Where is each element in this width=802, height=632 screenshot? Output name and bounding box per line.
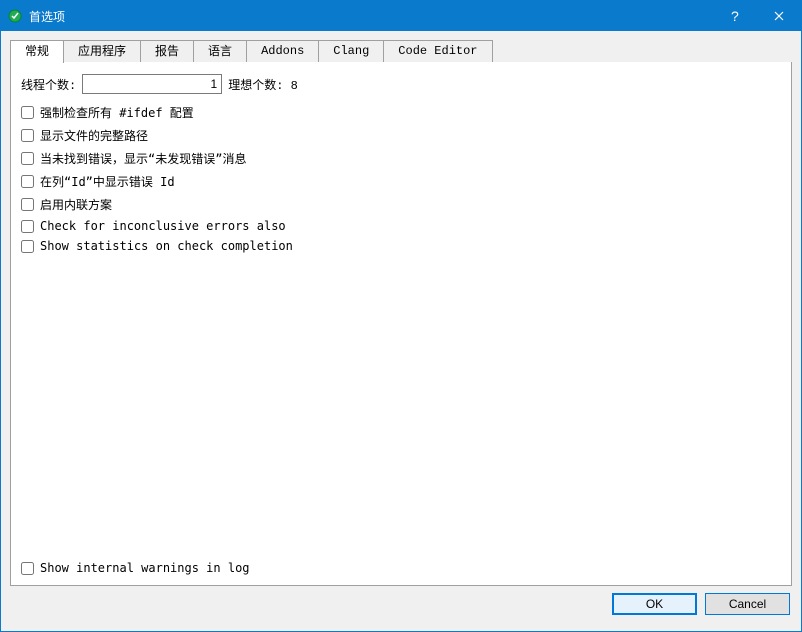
ok-button[interactable]: OK	[612, 593, 697, 615]
tab-general[interactable]: 常规	[10, 40, 64, 63]
svg-text:?: ?	[731, 9, 739, 23]
tab-addons[interactable]: Addons	[246, 40, 319, 62]
check-statistics[interactable]: Show statistics on check completion	[21, 239, 781, 253]
check-inconclusive-box[interactable]	[21, 220, 34, 233]
check-internal-warnings-box[interactable]	[21, 562, 34, 575]
check-full-path-box[interactable]	[21, 129, 34, 142]
client-area: 常规 应用程序 报告 语言 Addons Clang Code Editor 线…	[1, 31, 801, 631]
check-inconclusive[interactable]: Check for inconclusive errors also	[21, 219, 781, 233]
window-title: 首选项	[29, 8, 711, 25]
ideal-threads-label: 理想个数: 8	[228, 76, 298, 93]
threads-label: 线程个数:	[21, 76, 76, 93]
help-button[interactable]: ?	[711, 1, 756, 31]
titlebar: 首选项 ?	[1, 1, 801, 31]
app-icon	[7, 8, 23, 24]
tab-container: 常规 应用程序 报告 语言 Addons Clang Code Editor 线…	[10, 40, 792, 586]
tab-bar: 常规 应用程序 报告 语言 Addons Clang Code Editor	[10, 40, 792, 62]
check-inline-suppression[interactable]: 启用内联方案	[21, 196, 781, 213]
tab-language[interactable]: 语言	[193, 40, 247, 62]
tab-reports[interactable]: 报告	[140, 40, 194, 62]
check-no-errors-msg[interactable]: 当未找到错误，显示“未发现错误”消息	[21, 150, 781, 167]
tab-code-editor[interactable]: Code Editor	[383, 40, 492, 62]
dialog-footer: OK Cancel	[10, 586, 792, 622]
check-internal-warnings[interactable]: Show internal warnings in log	[21, 561, 781, 575]
check-full-path[interactable]: 显示文件的完整路径	[21, 127, 781, 144]
check-no-errors-msg-box[interactable]	[21, 152, 34, 165]
check-statistics-box[interactable]	[21, 240, 34, 253]
cancel-button[interactable]: Cancel	[705, 593, 790, 615]
check-show-error-id-box[interactable]	[21, 175, 34, 188]
preferences-dialog: 首选项 ? 常规 应用程序 报告 语言 Addons Clang Code Ed…	[0, 0, 802, 632]
checkbox-group: 强制检查所有 #ifdef 配置 显示文件的完整路径 当未找到错误，显示“未发现…	[21, 104, 781, 253]
check-force-ifdef[interactable]: 强制检查所有 #ifdef 配置	[21, 104, 781, 121]
threads-input[interactable]	[82, 74, 222, 94]
threads-row: 线程个数: 理想个数: 8	[21, 74, 781, 94]
close-button[interactable]	[756, 1, 801, 31]
tab-clang[interactable]: Clang	[318, 40, 384, 62]
check-show-error-id[interactable]: 在列“Id”中显示错误 Id	[21, 173, 781, 190]
check-force-ifdef-box[interactable]	[21, 106, 34, 119]
tab-panel-general: 线程个数: 理想个数: 8 强制检查所有 #ifdef 配置 显示文件的完整路径	[10, 61, 792, 586]
check-inline-suppression-box[interactable]	[21, 198, 34, 211]
spacer	[21, 253, 781, 561]
tab-applications[interactable]: 应用程序	[63, 40, 141, 62]
